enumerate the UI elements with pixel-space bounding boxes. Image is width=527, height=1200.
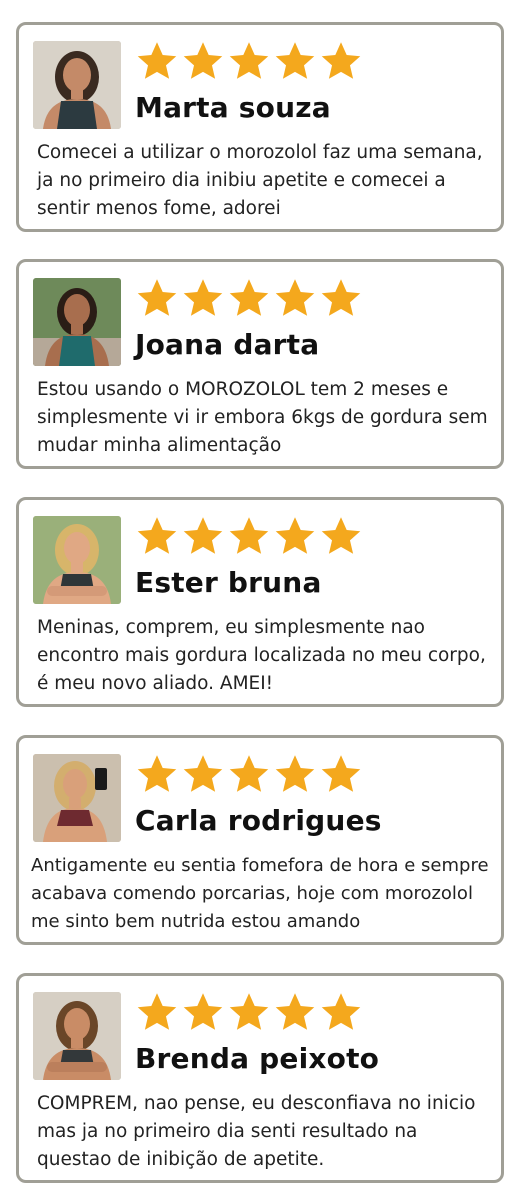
star-icon: [137, 517, 177, 554]
star-rating: [135, 752, 363, 796]
star-icon: [321, 517, 361, 554]
review-text: COMPREM, nao pense, eu desconfiava no in…: [37, 1093, 476, 1170]
review-text: Comecei a utilizar o morozolol faz uma s…: [37, 142, 483, 219]
star-icon: [183, 755, 223, 792]
star-icon: [321, 755, 361, 792]
reviewer-name: Ester bruna: [135, 566, 322, 599]
star-icon: [229, 517, 269, 554]
avatar: [33, 992, 121, 1080]
star-icon: [137, 42, 177, 79]
reviewer-name: Brenda peixoto: [135, 1042, 380, 1075]
review-card: Marta souza Comecei a utilizar o morozol…: [16, 22, 504, 232]
star-icon: [137, 279, 177, 316]
review-card: Ester bruna Meninas, comprem, eu simples…: [16, 497, 504, 707]
star-icon: [275, 279, 315, 316]
avatar: [33, 516, 121, 604]
review-card: Carla rodrigues Antigamente eu sentia fo…: [16, 735, 504, 945]
star-icon: [321, 279, 361, 316]
star-icon: [321, 993, 361, 1030]
star-icon: [229, 42, 269, 79]
avatar: [33, 754, 121, 842]
reviewer-name: Carla rodrigues: [135, 804, 382, 837]
star-icon: [137, 755, 177, 792]
star-icon: [275, 42, 315, 79]
review-text: Antigamente eu sentia fomefora de hora e…: [31, 855, 489, 932]
star-rating: [135, 39, 363, 83]
star-rating: [135, 990, 363, 1034]
star-icon: [137, 993, 177, 1030]
reviewer-name: Marta souza: [135, 91, 331, 124]
star-icon: [229, 993, 269, 1030]
star-icon: [183, 279, 223, 316]
star-icon: [183, 42, 223, 79]
avatar: [33, 41, 121, 129]
star-icon: [229, 755, 269, 792]
star-icon: [321, 42, 361, 79]
review-card: Brenda peixoto COMPREM, nao pense, eu de…: [16, 973, 504, 1183]
star-icon: [183, 993, 223, 1030]
avatar: [33, 278, 121, 366]
star-icon: [229, 279, 269, 316]
star-icon: [275, 517, 315, 554]
review-text: Estou usando o MOROZOLOL tem 2 meses e s…: [37, 379, 488, 456]
star-rating: [135, 514, 363, 558]
reviewer-name: Joana darta: [135, 328, 320, 361]
review-card: Joana darta Estou usando o MOROZOLOL tem…: [16, 259, 504, 469]
star-icon: [275, 993, 315, 1030]
star-rating: [135, 276, 363, 320]
review-text: Meninas, comprem, eu simplesmente nao en…: [37, 617, 486, 694]
star-icon: [183, 517, 223, 554]
star-icon: [275, 755, 315, 792]
